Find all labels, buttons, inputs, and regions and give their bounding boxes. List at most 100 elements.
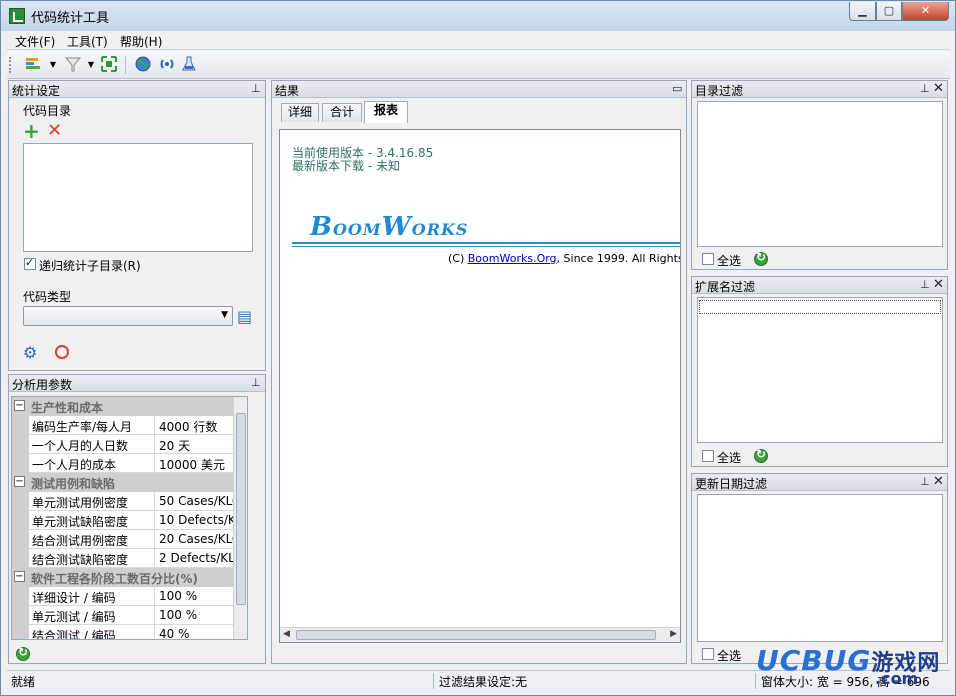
divider	[292, 242, 680, 244]
select-all-label: 全选	[717, 649, 742, 663]
boomworks-link[interactable]: BoomWorks.Org	[468, 252, 557, 265]
category-row[interactable]: − 测试用例和缺陷	[12, 473, 247, 492]
panel-header: 分析用参数 ⊥	[9, 375, 265, 392]
refresh-icon[interactable]	[16, 645, 30, 661]
menu-tools[interactable]: 工具(T)	[67, 33, 108, 50]
chevron-down-icon[interactable]: ▼	[81, 55, 101, 75]
close-icon[interactable]: ✕	[933, 474, 944, 489]
tab-report[interactable]: 报表	[364, 101, 408, 123]
property-row[interactable]: 结合测试 / 编码 40 %	[12, 625, 247, 639]
flask-icon[interactable]	[179, 55, 199, 75]
code-type-group-label: 代码类型	[23, 290, 72, 304]
toolbar-separator	[125, 56, 126, 74]
property-grid[interactable]: − 生产性和成本 编码生产率/每人月 4000 行数 一个人月的人日数 20 天 一…	[11, 396, 248, 640]
panel-header: 扩展名过滤 ⊥ ✕	[692, 277, 947, 294]
panel-title: 结果	[275, 84, 300, 98]
close-icon[interactable]: ✕	[933, 81, 944, 96]
report-view[interactable]: 当前使用版本 - 3.4.16.85 最新版本下载 - 未知 BOOMWORKS…	[279, 129, 681, 643]
recursive-checkbox[interactable]	[24, 256, 36, 270]
property-row[interactable]: 详细设计 / 编码 100 %	[12, 587, 247, 606]
close-icon[interactable]: ✕	[933, 277, 944, 292]
list-focus-row[interactable]	[699, 300, 941, 314]
stop-icon[interactable]	[55, 345, 69, 359]
menu-bar: 文件(F) 工具(T) 帮助(H)	[7, 31, 950, 50]
property-row[interactable]: 一个人月的人日数 20 天	[12, 435, 247, 454]
property-row[interactable]: 一个人月的成本 10000 美元	[12, 454, 247, 473]
code-dir-group-label: 代码目录	[23, 104, 72, 118]
app-icon	[9, 8, 25, 24]
property-row[interactable]: 单元测试 / 编码 100 %	[12, 606, 247, 625]
refresh-icon[interactable]	[754, 447, 768, 463]
collapse-icon[interactable]: −	[14, 476, 25, 487]
tab-detail[interactable]: 详细	[281, 103, 319, 122]
globe-icon[interactable]	[133, 55, 153, 75]
scroll-left-icon[interactable]: ◀	[283, 629, 290, 639]
broadcast-icon[interactable]	[157, 55, 177, 75]
app-window: 代码统计工具 ▁ ▢ ✕ 文件(F) 工具(T) 帮助(H) ▼ ▼ 统计设定 …	[0, 0, 956, 696]
collapse-icon[interactable]: −	[14, 400, 25, 411]
bar-chart-icon[interactable]	[23, 55, 43, 75]
watermark-suffix: .com	[875, 669, 919, 688]
panel-header: 结果 ▭	[272, 81, 686, 98]
vertical-scrollbar[interactable]	[233, 397, 247, 639]
property-row[interactable]: 单元测试用例密度 50 Cases/KLOC	[12, 492, 247, 511]
latest-version-link[interactable]: 最新版本下载 - 未知	[292, 157, 400, 174]
property-row[interactable]: 结合测试缺陷密度 2 Defects/KLOC	[12, 549, 247, 568]
toolbar: ▼ ▼	[7, 51, 950, 79]
menu-file[interactable]: 文件(F)	[15, 33, 55, 50]
panel-header: 目录过滤 ⊥ ✕	[692, 81, 947, 98]
maximize-button[interactable]: ▢	[876, 2, 902, 21]
stats-settings-panel: 统计设定 ⊥ 代码目录 + ✕ 递归统计子目录(R) 代码类型 ▼ ▤ ⚙	[8, 80, 266, 371]
property-row[interactable]: 编码生产率/每人月 4000 行数	[12, 416, 247, 435]
code-type-combo[interactable]: ▼	[23, 306, 233, 326]
menu-help[interactable]: 帮助(H)	[120, 33, 162, 50]
pin-icon[interactable]: ⊥	[920, 82, 930, 95]
category-row[interactable]: − 软件工程各阶段工数百分比(%)	[12, 568, 247, 587]
tab-summary[interactable]: 合计	[322, 103, 362, 122]
pin-icon[interactable]: ⊥	[251, 82, 261, 95]
select-all-checkbox[interactable]	[702, 450, 714, 462]
select-all-label: 全选	[717, 254, 742, 268]
copyright-text: (C) BoomWorks.Org, Since 1999. All Right…	[448, 252, 681, 265]
select-all-checkbox[interactable]	[702, 648, 714, 660]
category-row[interactable]: − 生产性和成本	[12, 397, 247, 416]
property-row[interactable]: 结合测试用例密度 20 Cases/KLOC	[12, 530, 247, 549]
collapse-icon[interactable]: −	[14, 571, 25, 582]
document-icon[interactable]: ▤	[237, 307, 252, 326]
maximize-panel-icon[interactable]: ▭	[672, 82, 682, 95]
pin-icon[interactable]: ⊥	[251, 376, 261, 389]
filter-icon[interactable]	[63, 55, 83, 75]
select-all-label: 全选	[717, 451, 742, 465]
status-separator	[433, 673, 434, 689]
ext-filter-list[interactable]	[697, 297, 943, 443]
pin-icon[interactable]: ⊥	[920, 475, 930, 488]
status-ready: 就绪	[11, 675, 36, 689]
refresh-icon[interactable]	[754, 250, 768, 266]
close-button[interactable]: ✕	[902, 2, 949, 21]
divider	[292, 246, 680, 247]
recursive-label: 递归统计子目录(R)	[39, 259, 141, 273]
scrollbar-thumb[interactable]	[236, 413, 246, 605]
gears-icon[interactable]: ⚙	[23, 343, 37, 362]
scrollbar-thumb[interactable]	[296, 630, 656, 640]
dir-filter-panel: 目录过滤 ⊥ ✕ 全选	[691, 80, 948, 270]
panel-title: 扩展名过滤	[695, 280, 756, 294]
ext-filter-panel: 扩展名过滤 ⊥ ✕ 全选	[691, 276, 948, 467]
horizontal-scrollbar[interactable]: ◀ ▶	[280, 627, 680, 642]
add-icon[interactable]: +	[23, 121, 40, 141]
property-row[interactable]: 单元测试缺陷密度10 Defects/KLOC	[12, 511, 247, 530]
toolbar-grip[interactable]	[9, 57, 12, 73]
minimize-button[interactable]: ▁	[849, 2, 876, 21]
fit-icon[interactable]	[99, 55, 119, 75]
dir-filter-list[interactable]	[697, 101, 943, 247]
boomworks-logo: BOOMWORKS	[310, 212, 469, 242]
scroll-right-icon[interactable]: ▶	[670, 629, 677, 639]
chevron-down-icon[interactable]: ▼	[43, 55, 63, 75]
select-all-checkbox[interactable]	[702, 253, 714, 265]
date-filter-list[interactable]	[697, 494, 943, 642]
panel-title: 更新日期过滤	[695, 477, 768, 491]
code-dir-list[interactable]	[23, 143, 253, 252]
pin-icon[interactable]: ⊥	[920, 278, 930, 291]
delete-icon[interactable]: ✕	[47, 122, 62, 140]
title-bar: 代码统计工具 ▁ ▢ ✕	[1, 1, 955, 31]
